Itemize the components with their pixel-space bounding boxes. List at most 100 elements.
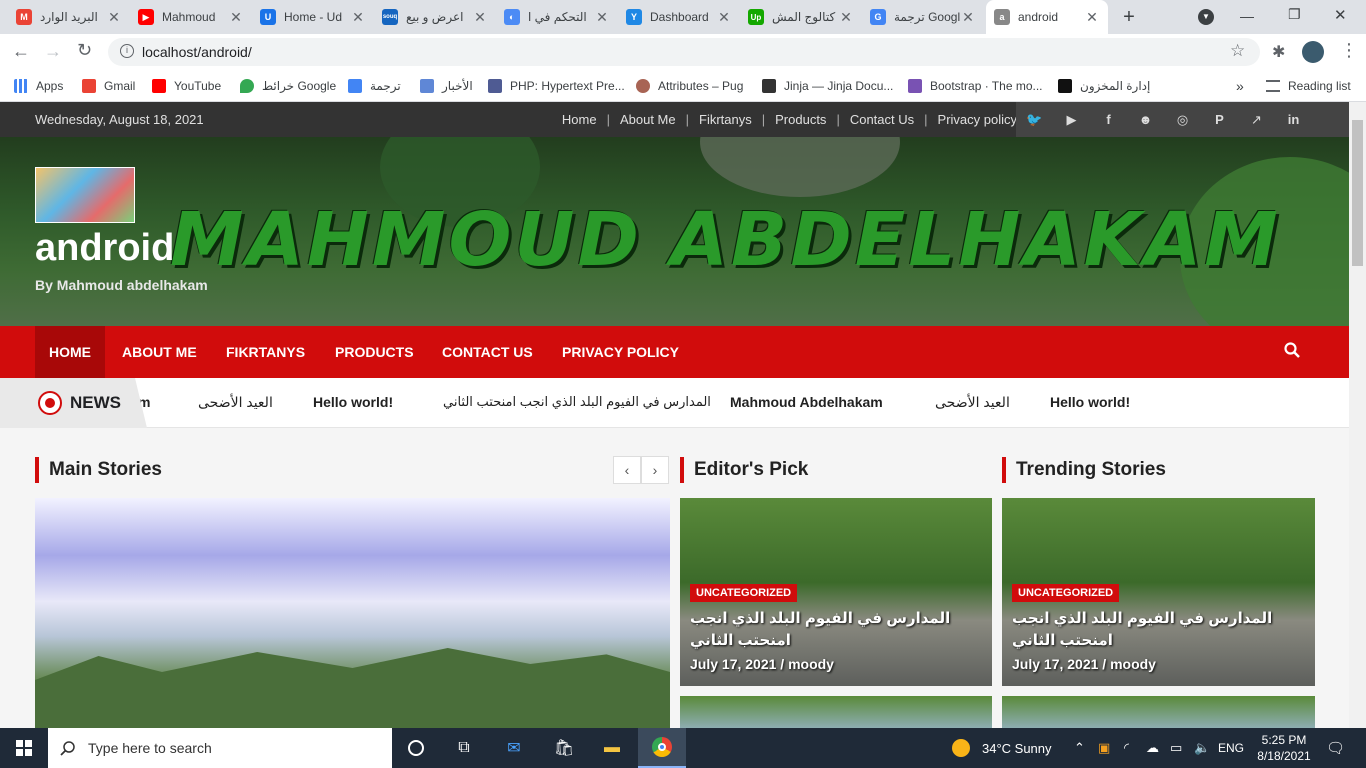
volume-icon[interactable]: 🔈 <box>1194 728 1210 768</box>
task-view-icon[interactable]: ⧉ <box>440 728 488 768</box>
profile-avatar[interactable] <box>1302 41 1324 63</box>
cortana-icon[interactable] <box>392 728 440 768</box>
bookmark-apps[interactable]: Apps <box>14 77 63 95</box>
battery-icon[interactable]: ▭ <box>1170 728 1182 768</box>
close-icon[interactable]: ✕ <box>838 9 854 26</box>
reading-list-button[interactable]: Reading list <box>1266 77 1351 95</box>
bookmark-star-icon[interactable]: ☆ <box>1230 41 1245 61</box>
bookmark-jinja[interactable]: Jinja — Jinja Docu... <box>762 77 893 95</box>
restore-icon[interactable]: ❐ <box>1288 6 1301 23</box>
nav-contact[interactable]: CONTACT US <box>442 326 533 378</box>
windows-start-icon[interactable] <box>0 728 48 768</box>
menu-kebab-icon[interactable]: ⋮ <box>1340 40 1358 61</box>
top-menu-home[interactable]: Home <box>562 112 597 127</box>
info-icon[interactable]: i <box>120 44 134 58</box>
bookmark-maps[interactable]: خرائط Google <box>240 77 336 95</box>
bookmark-pug[interactable]: Attributes – Pug <box>636 77 743 95</box>
network-icon[interactable]: ◜ <box>1124 728 1129 768</box>
ticker-item[interactable]: Mahmoud Abdelhakam <box>730 394 883 410</box>
tray-app-icon[interactable]: ▣ <box>1098 728 1110 768</box>
trending-card[interactable]: UNCATEGORIZED المدارس في الفيوم البلد ال… <box>1002 498 1315 686</box>
back-icon[interactable]: ← <box>12 41 30 62</box>
ticker-item[interactable]: Hello world! <box>313 394 393 410</box>
scrollbar-thumb[interactable] <box>1352 120 1363 266</box>
tab-search-icon[interactable]: ▼ <box>1198 9 1214 25</box>
ticker-item[interactable]: Hello world! <box>1050 394 1130 410</box>
bookmark-gmail[interactable]: Gmail <box>82 77 135 95</box>
chevron-right-icon[interactable]: › <box>641 456 669 484</box>
close-icon[interactable]: ✕ <box>594 9 610 26</box>
category-badge[interactable]: UNCATEGORIZED <box>690 584 798 602</box>
file-explorer-icon[interactable]: ▬ <box>588 728 636 768</box>
minimize-icon[interactable]: — <box>1240 8 1254 24</box>
twitter-icon[interactable]: 🐦 <box>1016 102 1053 137</box>
external-link-icon[interactable]: ↗ <box>1238 102 1275 137</box>
nav-home[interactable]: HOME <box>35 326 105 378</box>
mail-icon[interactable]: ✉ <box>490 728 538 768</box>
tab-upwork[interactable]: Up كتالوج المش ✕ <box>740 0 862 34</box>
ticker-item[interactable]: العيد الأضحى <box>198 394 273 411</box>
tab-gmail[interactable]: M البريد الوارد ✕ <box>8 0 130 34</box>
instagram-icon[interactable]: ◎ <box>1164 102 1201 137</box>
nav-fikrtanys[interactable]: FIKRTANYS <box>226 326 305 378</box>
extensions-icon[interactable]: ✱ <box>1272 42 1285 62</box>
linkedin-icon[interactable]: in <box>1275 102 1312 137</box>
bookmark-news[interactable]: الأخبار <box>420 77 473 95</box>
close-icon[interactable]: ✕ <box>960 9 976 26</box>
site-logo-image[interactable] <box>35 167 135 223</box>
window-close-icon[interactable]: ✕ <box>1334 6 1347 24</box>
close-icon[interactable]: ✕ <box>228 9 244 26</box>
bookmark-php[interactable]: PHP: Hypertext Pre... <box>488 77 625 95</box>
top-menu-fikrtanys[interactable]: Fikrtanys <box>699 112 752 127</box>
reload-icon[interactable]: ↻ <box>77 40 92 61</box>
search-icon[interactable] <box>1284 342 1300 358</box>
taskbar-search-box[interactable]: Type here to search <box>48 728 392 768</box>
forward-icon[interactable]: → <box>44 41 62 62</box>
chevron-left-icon[interactable]: ‹ <box>613 456 641 484</box>
bookmark-youtube[interactable]: YouTube <box>152 77 221 95</box>
tray-overflow-icon[interactable]: ⌃ <box>1074 728 1085 768</box>
tab-android[interactable]: a android ✕ <box>986 0 1108 34</box>
new-tab-button[interactable]: + <box>1116 4 1142 30</box>
close-icon[interactable]: ✕ <box>106 9 122 26</box>
facebook-icon[interactable]: f <box>1090 102 1127 137</box>
weather-widget[interactable]: 34°C Sunny <box>952 728 1052 768</box>
close-icon[interactable]: ✕ <box>716 9 732 26</box>
bookmark-bootstrap[interactable]: Bootstrap · The mo... <box>908 77 1043 95</box>
close-icon[interactable]: ✕ <box>350 9 366 26</box>
nav-about[interactable]: ABOUT ME <box>122 326 197 378</box>
card-title[interactable]: المدارس في الفيوم البلد الذي انجب امنحتب… <box>1012 608 1302 652</box>
page-scrollbar[interactable] <box>1349 102 1366 728</box>
cloud-icon[interactable]: ☁ <box>1146 728 1159 768</box>
nav-products[interactable]: PRODUCTS <box>335 326 414 378</box>
store-icon[interactable]: 🛍 <box>540 728 588 768</box>
top-menu-about[interactable]: About Me <box>620 112 676 127</box>
snapchat-icon[interactable]: ☻ <box>1127 102 1164 137</box>
top-menu-contact[interactable]: Contact Us <box>850 112 914 127</box>
ticker-item[interactable]: العيد الأضحى <box>935 394 1010 411</box>
language-indicator[interactable]: ENG <box>1218 728 1244 768</box>
category-badge[interactable]: UNCATEGORIZED <box>1012 584 1120 602</box>
tab-dashboard[interactable]: Y Dashboard ✕ <box>618 0 740 34</box>
bookmarks-more-button[interactable]: » <box>1236 77 1244 95</box>
tab-translate[interactable]: G ترجمة Google ✕ <box>862 0 984 34</box>
tab-youtube[interactable]: ▶ Mahmoud ✕ <box>130 0 252 34</box>
nav-privacy[interactable]: PRIVACY POLICY <box>562 326 679 378</box>
clock[interactable]: 5:25 PM 8/18/2021 <box>1254 728 1314 768</box>
tab-udemy[interactable]: U Home - Ud ✕ <box>252 0 374 34</box>
chrome-icon[interactable] <box>638 728 686 768</box>
bookmark-inventory[interactable]: إدارة المخزون <box>1058 77 1150 95</box>
bookmark-translate[interactable]: ترجمة <box>348 77 401 95</box>
top-menu-privacy[interactable]: Privacy policy <box>938 112 1017 127</box>
card-title[interactable]: المدارس في الفيوم البلد الذي انجب امنحتب… <box>690 608 980 652</box>
ticker-item[interactable]: المدارس في الفيوم البلد الذي انجب امنحتب… <box>443 394 711 410</box>
close-icon[interactable]: ✕ <box>472 9 488 26</box>
notifications-icon[interactable]: 🗨 <box>1326 728 1345 768</box>
pinterest-icon[interactable]: P <box>1201 102 1238 137</box>
youtube-icon[interactable]: ▶ <box>1053 102 1090 137</box>
editors-pick-card[interactable]: UNCATEGORIZED المدارس في الفيوم البلد ال… <box>680 498 992 686</box>
site-title[interactable]: android <box>35 227 174 270</box>
main-story-image[interactable] <box>35 498 670 728</box>
close-icon[interactable]: ✕ <box>1084 9 1100 26</box>
address-bar[interactable]: i localhost/android/ ☆ <box>108 38 1260 66</box>
